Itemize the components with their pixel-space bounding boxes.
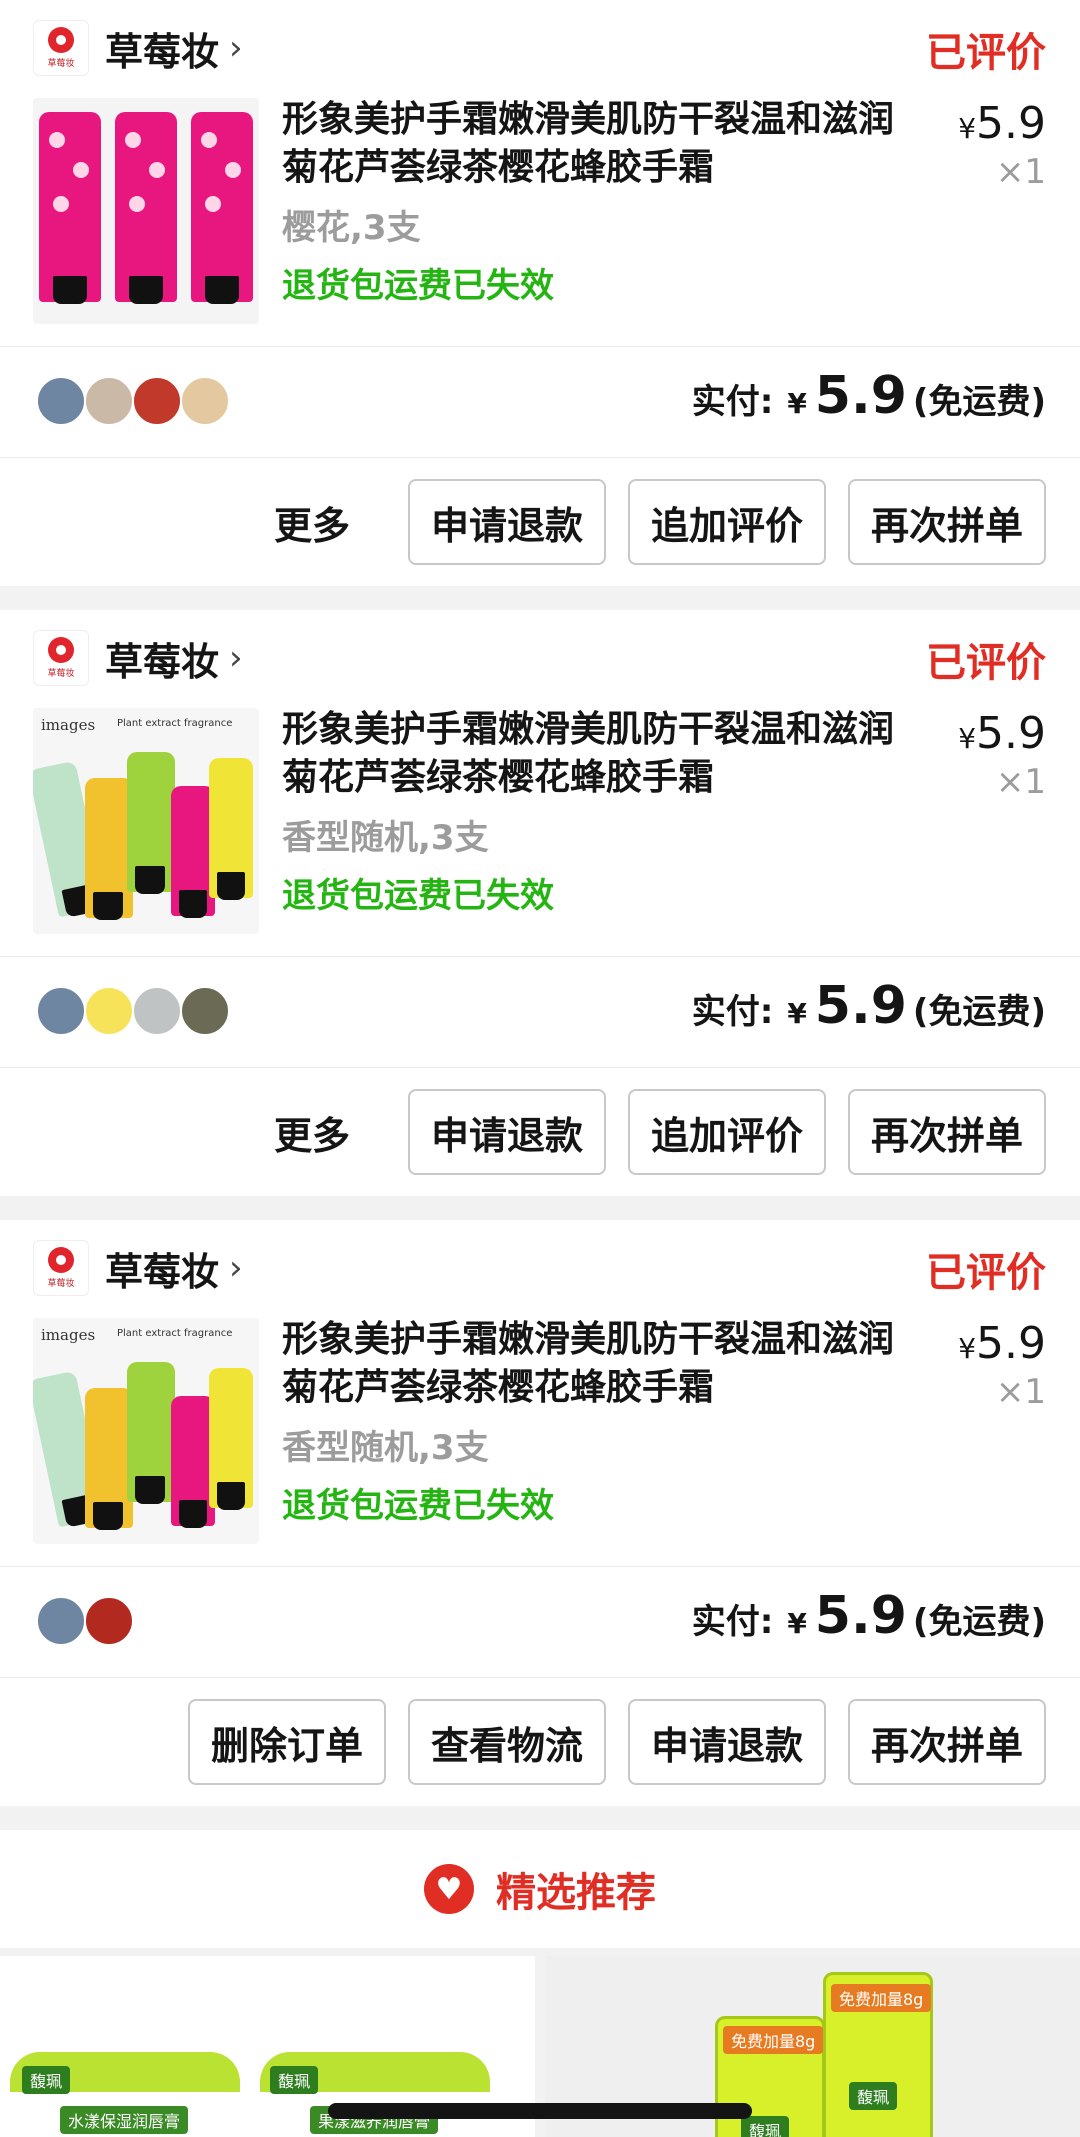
shop-name[interactable]: 草莓妆 (105, 631, 219, 686)
divider (0, 457, 1080, 458)
quantity: ×1 (995, 1372, 1046, 1412)
avatar (84, 376, 134, 426)
shop-logo: 草莓妆 (33, 1240, 89, 1296)
image-line-text: Plant extract fragrance (117, 1328, 233, 1339)
image-brand-text: images (41, 1326, 96, 1344)
product-title[interactable]: 形象美护手霜嫩滑美肌防干裂温和滋润菊花芦荟绿茶樱花蜂胶手霜 (282, 1316, 922, 1412)
product-image[interactable]: images Plant extract fragrance (33, 708, 259, 934)
shop-logo-text: 草莓妆 (47, 669, 75, 679)
chevron-right-icon[interactable]: › (229, 638, 243, 678)
quantity: ×1 (995, 762, 1046, 802)
return-shipping-notice: 退货包运费已失效 (282, 876, 554, 916)
product-spec: 香型随机,3支 (282, 1428, 489, 1468)
promo-tag: 免费加量8g (723, 2026, 824, 2054)
recommend-title: 精选推荐 (496, 1870, 656, 1916)
divider (0, 346, 1080, 347)
hand-cream-tube (115, 112, 177, 304)
avatar (132, 376, 182, 426)
divider (0, 956, 1080, 957)
avatar (84, 1596, 134, 1646)
divider (0, 1677, 1080, 1678)
order-status: 已评价 (926, 30, 1046, 76)
avatar (84, 986, 134, 1036)
shop-name[interactable]: 草莓妆 (105, 21, 219, 76)
shop-header[interactable]: 草莓妆 草莓妆 › (33, 1240, 243, 1296)
strawberry-icon (48, 27, 74, 53)
order-status: 已评价 (926, 1250, 1046, 1296)
heart-icon: ♥ (424, 1864, 474, 1914)
chevron-right-icon[interactable]: › (229, 1248, 243, 1288)
avatar (132, 986, 182, 1036)
product-spec: 樱花,3支 (282, 208, 421, 248)
shop-header[interactable]: 草莓妆 草莓妆 › (33, 20, 243, 76)
refund-button[interactable]: 申请退款 (628, 1699, 826, 1785)
recommend-header: ♥ 精选推荐 (0, 1830, 1080, 1948)
shop-logo: 草莓妆 (33, 20, 89, 76)
avatar (36, 376, 86, 426)
home-indicator[interactable] (328, 2103, 752, 2119)
shop-logo-text: 草莓妆 (47, 59, 75, 69)
product-title[interactable]: 形象美护手霜嫩滑美肌防干裂温和滋润菊花芦荟绿茶樱花蜂胶手霜 (282, 96, 922, 192)
product-image[interactable]: images Plant extract fragrance (33, 1318, 259, 1544)
avatar (180, 986, 230, 1036)
product-image[interactable] (33, 98, 259, 324)
hand-cream-tube (191, 112, 253, 304)
product-tag: 水漾保湿润唇膏 (60, 2106, 189, 2134)
add-review-button[interactable]: 追加评价 (628, 479, 826, 565)
avatar (180, 376, 230, 426)
order-card[interactable]: 草莓妆 草莓妆 › 已评价 images Plant extract fragr… (0, 610, 1080, 1196)
more-button[interactable]: 更多 (274, 495, 350, 550)
avatar (36, 986, 86, 1036)
order-card[interactable]: 草莓妆 草莓妆 › 已评价 images Plant extract fragr… (0, 1220, 1080, 1806)
track-shipment-button[interactable]: 查看物流 (408, 1699, 606, 1785)
return-shipping-notice: 退货包运费已失效 (282, 266, 554, 306)
shop-header[interactable]: 草莓妆 草莓妆 › (33, 630, 243, 686)
strawberry-icon (48, 637, 74, 663)
refund-button[interactable]: 申请退款 (408, 1089, 606, 1175)
chevron-right-icon[interactable]: › (229, 28, 243, 68)
strawberry-icon (48, 1247, 74, 1273)
divider (0, 1067, 1080, 1068)
add-review-button[interactable]: 追加评价 (628, 1089, 826, 1175)
reorder-button[interactable]: 再次拼单 (848, 1699, 1046, 1785)
brand-tag: 馥珮 (270, 2066, 319, 2094)
reorder-button[interactable]: 再次拼单 (848, 1089, 1046, 1175)
paid-total: 实付: ¥ 5.9 (免运费) (691, 1586, 1046, 1646)
unit-price: ¥5.9 (958, 708, 1046, 759)
order-actions: 更多 申请退款 追加评价 再次拼单 (274, 479, 1046, 565)
shop-logo-text: 草莓妆 (47, 1279, 75, 1289)
order-actions: 更多 申请退款 追加评价 再次拼单 (274, 1089, 1046, 1175)
order-status: 已评价 (926, 640, 1046, 686)
group-avatars[interactable] (36, 1596, 134, 1646)
shop-logo: 草莓妆 (33, 630, 89, 686)
brand-tag: 馥珮 (741, 2116, 790, 2137)
avatar (36, 1596, 86, 1646)
shop-name[interactable]: 草莓妆 (105, 1241, 219, 1296)
group-avatars[interactable] (36, 986, 230, 1036)
return-shipping-notice: 退货包运费已失效 (282, 1486, 554, 1526)
unit-price: ¥5.9 (958, 98, 1046, 149)
image-line-text: Plant extract fragrance (117, 718, 233, 729)
product-title[interactable]: 形象美护手霜嫩滑美肌防干裂温和滋润菊花芦荟绿茶樱花蜂胶手霜 (282, 706, 922, 802)
group-avatars[interactable] (36, 376, 230, 426)
reorder-button[interactable]: 再次拼单 (848, 479, 1046, 565)
order-actions: 删除订单 查看物流 申请退款 再次拼单 (166, 1699, 1046, 1785)
hand-cream-tube (39, 112, 101, 304)
quantity: ×1 (995, 152, 1046, 192)
divider (0, 1566, 1080, 1567)
unit-price: ¥5.9 (958, 1318, 1046, 1369)
brand-tag: 馥珮 (849, 2082, 898, 2110)
product-spec: 香型随机,3支 (282, 818, 489, 858)
promo-tag: 免费加量8g (831, 1984, 932, 2012)
paid-total: 实付: ¥ 5.9 (免运费) (691, 366, 1046, 426)
paid-total: 实付: ¥ 5.9 (免运费) (691, 976, 1046, 1036)
refund-button[interactable]: 申请退款 (408, 479, 606, 565)
delete-order-button[interactable]: 删除订单 (188, 1699, 386, 1785)
brand-tag: 馥珮 (22, 2066, 71, 2094)
image-brand-text: images (41, 716, 96, 734)
order-card[interactable]: 草莓妆 草莓妆 › 已评价 形象美护手霜嫩滑美肌防干裂温和滋润菊花芦荟绿茶樱花蜂… (0, 0, 1080, 586)
more-button[interactable]: 更多 (274, 1105, 350, 1160)
